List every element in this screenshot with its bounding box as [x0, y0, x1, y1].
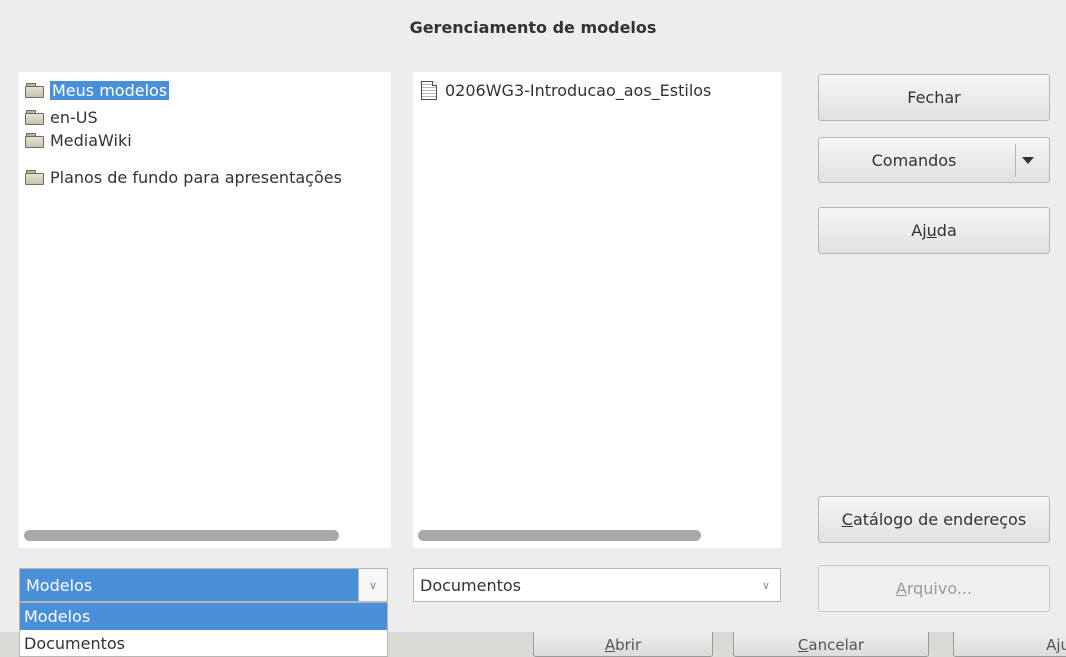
tree-item-en-us[interactable]: en-US — [19, 105, 391, 129]
help-button[interactable]: Aj u da — [818, 207, 1050, 254]
address-book-button[interactable]: Catálogo de endereços — [818, 496, 1050, 543]
dropdown-option-documentos[interactable]: Documentos — [20, 630, 387, 657]
left-select-dropdown-list[interactable]: Modelos Documentos — [19, 602, 388, 657]
folder-icon — [25, 109, 44, 125]
right-select-value: Documentos — [420, 575, 522, 595]
tree-item-planos-de-fundo[interactable]: Planos de fundo para apresentações — [19, 165, 391, 189]
tree-item-label: en-US — [50, 107, 98, 127]
list-item-document[interactable]: 0206WG3-Introducao_aos_Estilos — [413, 78, 781, 102]
tree-item-meus-modelos[interactable]: Meus modelos — [19, 78, 391, 102]
folder-icon — [25, 169, 44, 185]
left-select-value: Modelos — [20, 569, 358, 601]
chevron-down-icon[interactable]: ∨ — [752, 579, 780, 592]
tree-item-label: Meus modelos — [50, 80, 170, 100]
dialog-title: Gerenciamento de modelos — [409, 18, 657, 37]
dropdown-arrow-icon[interactable] — [1022, 157, 1034, 164]
right-category-select[interactable]: Documentos ∨ — [413, 568, 781, 602]
folder-icon — [25, 132, 44, 148]
file-button[interactable]: Arquivo... — [818, 565, 1050, 612]
middle-horizontal-scrollbar[interactable] — [418, 530, 701, 541]
left-category-select[interactable]: Modelos ∨ — [19, 568, 388, 602]
template-management-dialog: Gerenciamento de modelos Meus modelos en… — [0, 0, 1066, 632]
category-tree[interactable]: Meus modelos en-US MediaWiki Planos de f… — [19, 72, 391, 548]
chevron-down-icon[interactable]: ∨ — [358, 569, 387, 601]
commands-separator — [1015, 144, 1016, 177]
list-item-label: 0206WG3-Introducao_aos_Estilos — [445, 80, 712, 100]
close-button[interactable]: Fechar — [818, 74, 1050, 121]
tree-item-label: MediaWiki — [50, 130, 132, 150]
dropdown-option-modelos[interactable]: Modelos — [20, 603, 387, 630]
template-list[interactable]: 0206WG3-Introducao_aos_Estilos — [413, 72, 781, 548]
folder-icon — [25, 82, 44, 98]
tree-item-mediawiki[interactable]: MediaWiki — [19, 128, 391, 152]
document-icon — [421, 80, 437, 100]
tree-item-label: Planos de fundo para apresentações — [50, 167, 342, 187]
commands-button[interactable]: Comandos — [818, 137, 1050, 183]
left-horizontal-scrollbar[interactable] — [24, 530, 339, 541]
